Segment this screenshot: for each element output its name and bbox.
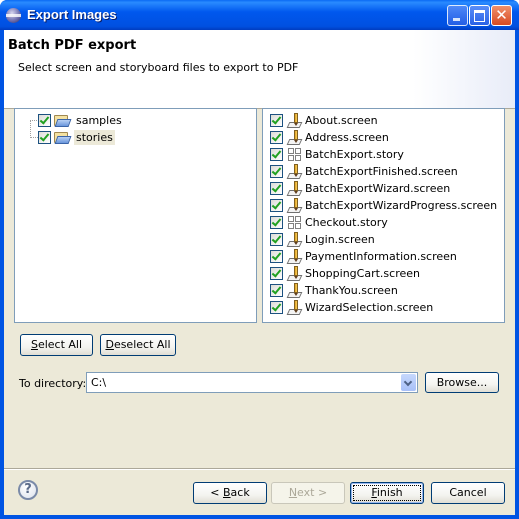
tree-item-label: samples xyxy=(76,114,122,127)
button-label: ack xyxy=(230,486,250,499)
folder-open-icon xyxy=(54,114,72,127)
file-list-item[interactable]: PaymentInformation.screen xyxy=(270,248,459,265)
checkbox[interactable] xyxy=(270,233,283,246)
button-label: < xyxy=(210,486,223,499)
checkbox[interactable] xyxy=(270,165,283,178)
screen-file-icon xyxy=(286,231,303,248)
cancel-button[interactable]: Cancel xyxy=(431,482,505,504)
checkbox[interactable] xyxy=(270,216,283,229)
file-list-item[interactable]: BatchExportFinished.screen xyxy=(270,163,460,180)
mnemonic: S xyxy=(30,338,38,351)
browse-button[interactable]: Browse... xyxy=(425,372,499,393)
export-images-dialog: Export Images ✕ Batch PDF export Select … xyxy=(0,0,519,519)
help-icon[interactable]: ? xyxy=(18,480,38,500)
file-list-item[interactable]: BatchExport.story xyxy=(270,146,406,163)
footer-separator xyxy=(4,468,515,470)
storyboard-icon xyxy=(287,147,303,163)
file-name: BatchExportWizard.screen xyxy=(305,182,451,195)
finish-button[interactable]: Finish xyxy=(350,482,424,504)
next-button[interactable]: Next > xyxy=(271,482,345,504)
file-name: Checkout.story xyxy=(305,216,388,229)
dialog-client-area: Batch PDF export Select screen and story… xyxy=(4,30,515,515)
chevron-down-icon[interactable] xyxy=(401,374,416,391)
mnemonic: N xyxy=(288,486,298,499)
file-name: BatchExportWizardProgress.screen xyxy=(305,199,498,212)
screen-file-icon xyxy=(286,248,303,265)
file-list-item[interactable]: WizardSelection.screen xyxy=(270,299,435,316)
screen-file-icon xyxy=(286,112,303,129)
file-name: WizardSelection.screen xyxy=(305,301,434,314)
directory-combo[interactable]: C:\ xyxy=(86,372,418,393)
directory-label: To directory: xyxy=(19,377,87,390)
wizard-header: Batch PDF export Select screen and story… xyxy=(4,30,515,109)
mnemonic: B xyxy=(223,486,231,499)
deselect-all-button[interactable]: Deselect All xyxy=(100,334,176,356)
checkbox[interactable] xyxy=(270,301,283,314)
checkbox[interactable] xyxy=(270,148,283,161)
minimize-button[interactable] xyxy=(447,5,468,26)
button-label: eselect All xyxy=(113,338,171,351)
screen-file-icon xyxy=(286,129,303,146)
close-icon: ✕ xyxy=(495,6,508,24)
checkbox[interactable] xyxy=(270,114,283,127)
file-list-item[interactable]: Address.screen xyxy=(270,129,391,146)
window-title: Export Images xyxy=(27,7,117,22)
tree-item-stories[interactable]: stories xyxy=(38,129,115,146)
checkbox[interactable] xyxy=(38,131,51,144)
file-list-item[interactable]: About.screen xyxy=(270,112,380,129)
screen-file-icon xyxy=(286,163,303,180)
button-label: inish xyxy=(376,486,403,499)
mnemonic: D xyxy=(105,338,114,351)
button-label: elect All xyxy=(37,338,83,351)
checkbox[interactable] xyxy=(270,250,283,263)
checkbox[interactable] xyxy=(270,267,283,280)
button-label: ext > xyxy=(297,486,328,499)
folder-tree[interactable]: samples stories xyxy=(14,108,257,323)
file-name: PaymentInformation.screen xyxy=(305,250,457,263)
checkbox[interactable] xyxy=(270,182,283,195)
file-name: About.screen xyxy=(305,114,378,127)
file-name: Login.screen xyxy=(305,233,375,246)
checkbox[interactable] xyxy=(270,131,283,144)
file-list-item[interactable]: ShoppingCart.screen xyxy=(270,265,422,282)
mnemonic: F xyxy=(371,486,377,499)
file-list-item[interactable]: BatchExportWizard.screen xyxy=(270,180,452,197)
page-description: Select screen and storyboard files to ex… xyxy=(18,61,299,74)
tree-item-samples[interactable]: samples xyxy=(38,112,124,129)
checkbox[interactable] xyxy=(270,284,283,297)
page-title: Batch PDF export xyxy=(8,38,137,53)
screen-file-icon xyxy=(286,299,303,316)
folder-open-icon xyxy=(54,131,72,144)
file-list-item[interactable]: Login.screen xyxy=(270,231,377,248)
screen-file-icon xyxy=(286,282,303,299)
file-name: ThankYou.screen xyxy=(305,284,398,297)
select-all-button[interactable]: Select All xyxy=(20,334,93,356)
eclipse-app-icon xyxy=(6,8,21,23)
directory-value[interactable]: C:\ xyxy=(91,376,106,389)
tree-item-label: stories xyxy=(74,130,115,145)
close-button[interactable]: ✕ xyxy=(491,5,512,26)
checkbox[interactable] xyxy=(270,199,283,212)
file-list-item[interactable]: Checkout.story xyxy=(270,214,390,231)
title-bar[interactable]: Export Images ✕ xyxy=(0,0,519,30)
screen-file-icon xyxy=(286,265,303,282)
file-name: ShoppingCart.screen xyxy=(305,267,420,280)
screen-file-icon xyxy=(286,197,303,214)
file-list-item[interactable]: BatchExportWizardProgress.screen xyxy=(270,197,499,214)
back-button[interactable]: < Back xyxy=(193,482,267,504)
file-name: BatchExportFinished.screen xyxy=(305,165,458,178)
file-name: Address.screen xyxy=(305,131,389,144)
file-list-item[interactable]: ThankYou.screen xyxy=(270,282,400,299)
maximize-button[interactable] xyxy=(469,5,490,26)
file-list[interactable]: About.screen Address.screen BatchExport.st… xyxy=(262,108,505,323)
file-name: BatchExport.story xyxy=(305,148,404,161)
screen-file-icon xyxy=(286,180,303,197)
storyboard-icon xyxy=(287,215,303,231)
